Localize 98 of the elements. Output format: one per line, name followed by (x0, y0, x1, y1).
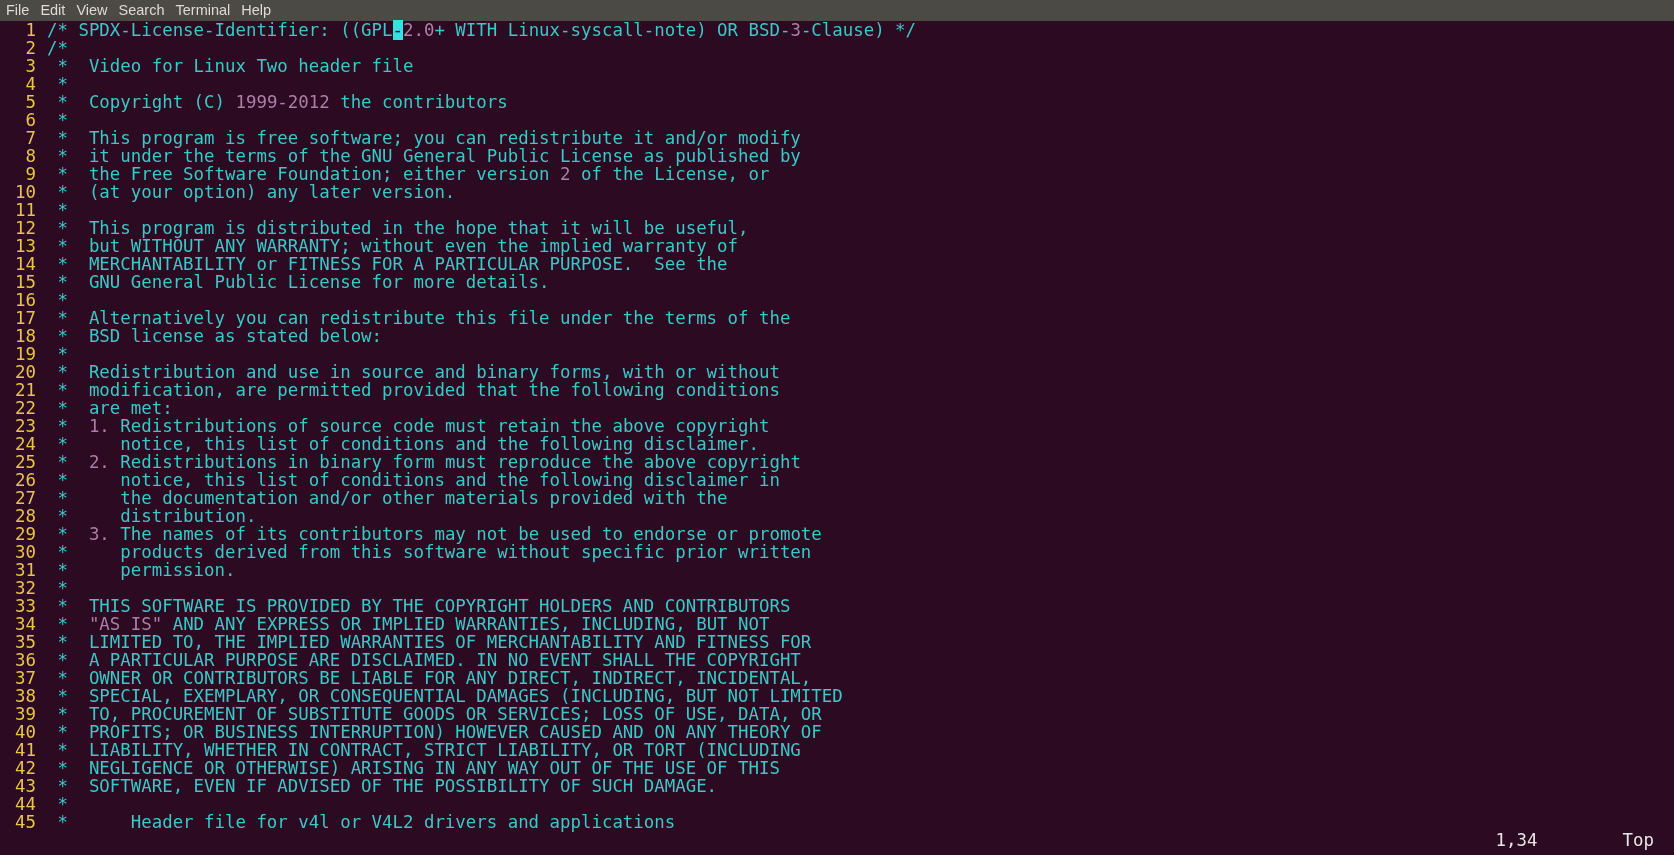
line-number: 37 (14, 669, 36, 687)
code-line: * (56, 579, 68, 597)
code-line: * (56, 795, 68, 813)
code-line: * This program is distributed in the hope that it will be useful, (56, 219, 749, 237)
menu-item[interactable]: Terminal (175, 0, 231, 21)
code-line: * (56, 345, 68, 363)
line-number: 39 (14, 705, 36, 723)
line-number: 29 (14, 525, 36, 543)
line-number: 15 (14, 273, 36, 291)
line-number: 23 (14, 417, 36, 435)
code-line: * LIABILITY, WHETHER IN CONTRACT, STRICT LIABILITY, OR TORT (INCLUDING (56, 741, 801, 759)
code-line: * Alternatively you can redistribute this file under the terms of the (56, 309, 791, 327)
code-line: * products derived from this software without specific prior written (56, 543, 812, 561)
line-number: 28 (14, 507, 36, 525)
line-number: 21 (14, 381, 36, 399)
line-number: 19 (14, 345, 36, 363)
code-line: * 3. The names of its contributors may not be used to endorse or promote (56, 525, 822, 543)
line-number: 42 (14, 759, 36, 777)
code-line: * (56, 111, 68, 129)
code-line: * Video for Linux Two header file (56, 57, 414, 75)
code-line: * NEGLIGENCE OR OTHERWISE) ARISING IN ANY WAY OUT OF THE USE OF THIS (56, 759, 780, 777)
code-line: * are met: (56, 399, 173, 417)
code-line: * notice, this list of conditions and the following disclaimer in (56, 471, 780, 489)
code-line: * the documentation and/or other materials provided with the (56, 489, 728, 507)
menu-item[interactable]: Help (241, 0, 272, 21)
line-number: 16 (14, 291, 36, 309)
line-number: 31 (14, 561, 36, 579)
line-number: 12 (14, 219, 36, 237)
code-line: * MERCHANTABILITY or FITNESS FOR A PARTICULAR PURPOSE. See the (56, 255, 728, 273)
line-number: 32 (14, 579, 36, 597)
menu-item[interactable]: Search (118, 0, 165, 21)
line-number: 2 (24, 39, 36, 57)
code-line: * A PARTICULAR PURPOSE ARE DISCLAIMED. IN NO EVENT SHALL THE COPYRIGHT (56, 651, 801, 669)
code-line: * GNU General Public License for more details. (56, 273, 550, 291)
line-number: 43 (14, 777, 36, 795)
menu-item[interactable]: Edit (40, 0, 66, 21)
line-number: 17 (14, 309, 36, 327)
code-line: * Copyright (C) 1999-2012 the contributors (56, 93, 508, 111)
line-number: 30 (14, 543, 36, 561)
line-number: 45 (14, 813, 36, 831)
code-line: * OWNER OR CONTRIBUTORS BE LIABLE FOR ANY DIRECT, INDIRECT, INCIDENTAL, (56, 669, 812, 687)
line-number: 13 (14, 237, 36, 255)
code-line: * notice, this list of conditions and the following disclaimer. (56, 435, 759, 453)
line-number: 44 (14, 795, 36, 813)
code-line: * BSD license as stated below: (56, 327, 383, 345)
line-number: 35 (14, 633, 36, 651)
line-number: 5 (24, 93, 36, 111)
line-number: 20 (14, 363, 36, 381)
line-number: 1 (24, 21, 36, 39)
line-number: 40 (14, 723, 36, 741)
line-number: 22 (14, 399, 36, 417)
cursor-position: 1,34 (1495, 831, 1539, 849)
line-number: 34 (14, 615, 36, 633)
line-number: 14 (14, 255, 36, 273)
code-line: * (56, 291, 68, 309)
code-line: * LIMITED TO, THE IMPLIED WARRANTIES OF MERCHANTABILITY AND FITNESS FOR (56, 633, 812, 651)
code-line: * it under the terms of the GNU General Public License as published by (56, 147, 801, 165)
line-number: 3 (24, 57, 36, 75)
code-line: * distribution. (56, 507, 257, 525)
line-number: 27 (14, 489, 36, 507)
line-number: 36 (14, 651, 36, 669)
line-number: 41 (14, 741, 36, 759)
code-line: * 2. Redistributions in binary form must reproduce the above copyright (56, 453, 801, 471)
line-number: 18 (14, 327, 36, 345)
line-number: 38 (14, 687, 36, 705)
line-number: 33 (14, 597, 36, 615)
code-line: * This program is free software; you can redistribute it and/or modify (56, 129, 801, 147)
line-number: 4 (24, 75, 36, 93)
line-number: 25 (14, 453, 36, 471)
line-number: 10 (14, 183, 36, 201)
line-number: 9 (24, 165, 36, 183)
code-line: /* (47, 39, 68, 57)
code-line: * permission. (56, 561, 236, 579)
code-line: /* SPDX-License-Identifier: ((GPL-2.0+ WITH Linux-syscall-note) OR BSD-3-Clause) */ (47, 21, 917, 39)
code-line: * THIS SOFTWARE IS PROVIDED BY THE COPYRIGHT HOLDERS AND CONTRIBUTORS (56, 597, 791, 615)
line-number: 26 (14, 471, 36, 489)
code-line: * 1. Redistributions of source code must retain the above copyright (56, 417, 770, 435)
code-line: * Header file for v4l or V4L2 drivers and applications (56, 813, 676, 831)
code-line: * SOFTWARE, EVEN IF ADVISED OF THE POSSIBILITY OF SUCH DAMAGE. (56, 777, 718, 795)
line-number: 8 (24, 147, 36, 165)
code-line: * (56, 201, 68, 219)
code-line: * "AS IS" AND ANY EXPRESS OR IMPLIED WARRANTIES, INCLUDING, BUT NOT (56, 615, 770, 633)
scroll-position: Top (1622, 831, 1654, 849)
line-number: 6 (24, 111, 36, 129)
line-number: 11 (14, 201, 36, 219)
menu-item[interactable]: View (76, 0, 108, 21)
line-number: 24 (14, 435, 36, 453)
code-line: * Redistribution and use in source and binary forms, with or without (56, 363, 780, 381)
code-line: * SPECIAL, EXEMPLARY, OR CONSEQUENTIAL DAMAGES (INCLUDING, BUT NOT LIMITED (56, 687, 843, 705)
menu-item[interactable]: File (6, 0, 30, 21)
code-line: * (56, 75, 68, 93)
code-line: * TO, PROCUREMENT OF SUBSTITUTE GOODS OR SERVICES; LOSS OF USE, DATA, OR (56, 705, 822, 723)
code-line: * modification, are permitted provided that the following conditions (56, 381, 780, 399)
code-line: * but WITHOUT ANY WARRANTY; without even the implied warranty of (56, 237, 739, 255)
line-number: 7 (24, 129, 36, 147)
code-line: * (at your option) any later version. (56, 183, 456, 201)
code-line: * the Free Software Foundation; either version 2 of the License, or (56, 165, 770, 183)
code-line: * PROFITS; OR BUSINESS INTERRUPTION) HOWEVER CAUSED AND ON ANY THEORY OF (56, 723, 822, 741)
